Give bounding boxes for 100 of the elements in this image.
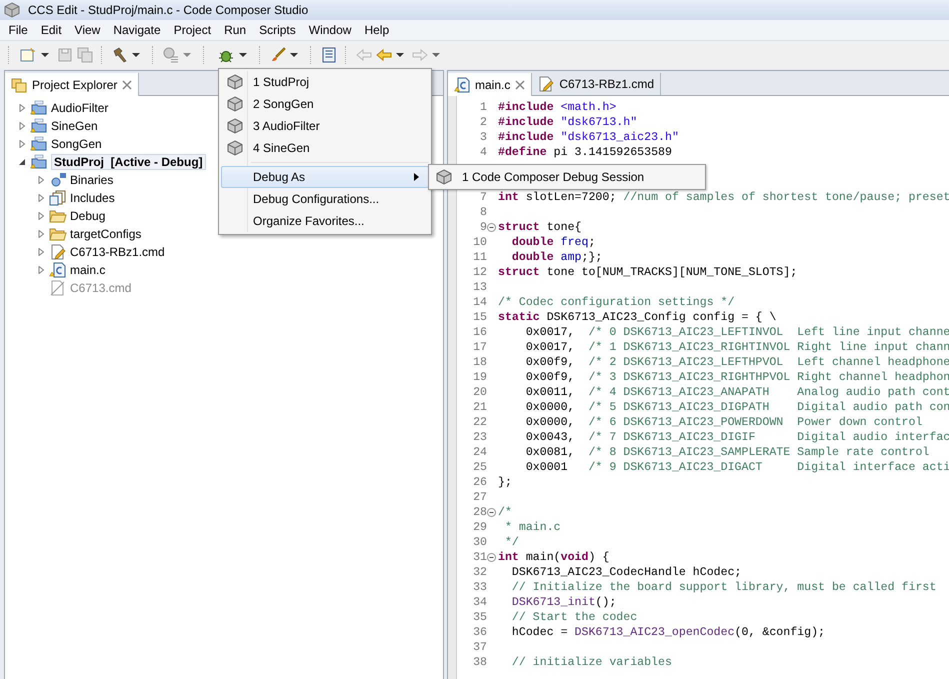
line-number: 32 bbox=[472, 566, 487, 579]
tree-item[interactable]: SongGen bbox=[51, 137, 102, 151]
brush-icon[interactable] bbox=[270, 47, 286, 63]
tree-item[interactable]: main.c bbox=[70, 263, 106, 277]
menu-item[interactable]: Scripts bbox=[252, 23, 302, 37]
save-icon[interactable] bbox=[57, 47, 73, 63]
fold-icon[interactable] bbox=[487, 553, 496, 562]
line-number: 12 bbox=[472, 266, 487, 279]
tree-item[interactable]: targetConfigs bbox=[70, 227, 142, 241]
line-number: 38 bbox=[472, 656, 487, 669]
c-file-icon bbox=[454, 76, 470, 92]
code-line: // initialize variables bbox=[510, 656, 672, 669]
expand-arrow-icon[interactable] bbox=[18, 104, 26, 112]
menu-item[interactable]: File bbox=[2, 23, 34, 37]
code-line: double freq; bbox=[510, 236, 596, 249]
dropdown-icon[interactable] bbox=[132, 51, 140, 59]
line-number: 4 bbox=[479, 146, 487, 159]
line-number: 27 bbox=[472, 491, 487, 504]
code-line: * main.c bbox=[504, 521, 561, 534]
line-number: 20 bbox=[472, 386, 487, 399]
expand-arrow-icon[interactable] bbox=[37, 212, 45, 220]
project-folder-icon bbox=[30, 136, 48, 152]
close-icon[interactable] bbox=[122, 80, 132, 90]
tab-label: C6713-RBz1.cmd bbox=[559, 77, 654, 91]
menu-item[interactable]: 1 Code Composer Debug Session bbox=[430, 166, 704, 188]
dropdown-icon[interactable] bbox=[396, 51, 404, 59]
line-number: 33 bbox=[472, 581, 487, 594]
project-explorer-tab[interactable]: Project Explorer bbox=[5, 73, 140, 96]
code-line: 0x0043, /* 7 DSK6713_AIC23_DIGIF Digital audio interfac bbox=[524, 431, 949, 444]
menu-item[interactable]: 2 SongGen bbox=[221, 93, 429, 115]
save-all-icon[interactable] bbox=[77, 47, 93, 63]
menu-item[interactable]: Window bbox=[302, 23, 358, 37]
editor-tab[interactable]: C6713-RBz1.cmd bbox=[532, 73, 662, 95]
line-number: 19 bbox=[472, 371, 487, 384]
menu-item[interactable]: Edit bbox=[34, 23, 68, 37]
menu-item[interactable]: Run bbox=[218, 23, 253, 37]
line-number: 30 bbox=[472, 536, 487, 549]
tree-item[interactable]: StudProj [Active - Debug] bbox=[51, 154, 206, 170]
dropdown-icon[interactable] bbox=[432, 51, 440, 59]
expand-arrow-icon[interactable] bbox=[37, 176, 45, 184]
code-line: hCodec = DSK6713_AIC23_openCodec(0, &config); bbox=[510, 626, 826, 639]
tree-item[interactable]: Includes bbox=[70, 191, 115, 205]
code-line: // Start the codec bbox=[510, 611, 638, 624]
menu-item[interactable]: View bbox=[68, 23, 107, 37]
code-line: // Initialize the board support library, must be called first bbox=[510, 581, 936, 594]
expand-arrow-icon[interactable] bbox=[37, 230, 45, 238]
fold-icon[interactable] bbox=[487, 508, 496, 517]
cube-icon bbox=[227, 74, 243, 90]
expand-arrow-icon[interactable] bbox=[37, 248, 45, 256]
debug-config-icon[interactable] bbox=[163, 47, 179, 63]
expand-arrow-icon[interactable] bbox=[18, 122, 26, 130]
menu-item[interactable]: 3 AudioFilter bbox=[221, 115, 429, 137]
line-number: 16 bbox=[472, 326, 487, 339]
cube-icon bbox=[436, 169, 452, 185]
expand-arrow-icon[interactable] bbox=[37, 194, 45, 202]
expand-arrow-icon[interactable] bbox=[18, 140, 26, 148]
code-line: int main(void) { bbox=[497, 551, 610, 564]
editor-tab[interactable]: main.c bbox=[448, 73, 532, 96]
cube-icon bbox=[4, 2, 20, 18]
menu-item[interactable]: Organize Favorites... bbox=[221, 210, 429, 232]
line-number: 25 bbox=[472, 461, 487, 474]
binaries-icon bbox=[49, 172, 67, 188]
tree-item[interactable]: C6713-RBz1.cmd bbox=[70, 245, 165, 259]
line-number: 28 bbox=[472, 506, 487, 519]
collapse-arrow-icon[interactable] bbox=[18, 158, 26, 166]
menu-item[interactable]: Debug As bbox=[221, 166, 429, 188]
window-title: CCS Edit - StudProj/main.c - Code Composer Studio bbox=[28, 3, 308, 17]
hammer-icon[interactable] bbox=[112, 47, 128, 63]
folders-icon bbox=[11, 76, 27, 92]
folder-icon bbox=[49, 208, 67, 224]
tree-item[interactable]: AudioFilter bbox=[51, 101, 108, 115]
code-line: #include "dsk6713.h" bbox=[497, 116, 638, 129]
line-number: 17 bbox=[472, 341, 487, 354]
code-line: struct tone{ bbox=[497, 221, 582, 234]
menu-item[interactable]: 4 SineGen bbox=[221, 137, 429, 159]
close-icon[interactable] bbox=[515, 80, 526, 90]
submenu-arrow-icon bbox=[414, 173, 420, 181]
menu-item[interactable]: Help bbox=[358, 23, 396, 37]
line-number: 24 bbox=[472, 446, 487, 459]
expand-arrow-icon[interactable] bbox=[37, 266, 45, 274]
tree-item[interactable]: Debug bbox=[70, 209, 106, 223]
tree-item[interactable]: SineGen bbox=[51, 119, 98, 133]
cube-icon bbox=[227, 96, 243, 112]
dropdown-icon[interactable] bbox=[290, 51, 298, 59]
file-pencil-icon bbox=[538, 76, 554, 92]
menu-item[interactable]: Project bbox=[167, 23, 218, 37]
code-line: #define pi 3.141592653589 bbox=[497, 146, 672, 159]
tree-item[interactable]: Binaries bbox=[70, 173, 114, 187]
fold-icon[interactable] bbox=[487, 223, 496, 232]
line-number: 7 bbox=[479, 191, 487, 204]
menu-item[interactable]: 1 StudProj bbox=[221, 71, 429, 93]
menu-item[interactable]: Debug Configurations... bbox=[221, 188, 429, 210]
console-icon[interactable] bbox=[321, 47, 337, 63]
line-number: 36 bbox=[472, 626, 487, 639]
file-pencil-icon bbox=[49, 244, 67, 260]
dropdown-icon[interactable] bbox=[41, 51, 49, 59]
folder-icon bbox=[49, 226, 67, 242]
line-number: 10 bbox=[472, 236, 487, 249]
code-line: */ bbox=[504, 536, 519, 549]
menu-item[interactable]: Navigate bbox=[106, 23, 168, 37]
